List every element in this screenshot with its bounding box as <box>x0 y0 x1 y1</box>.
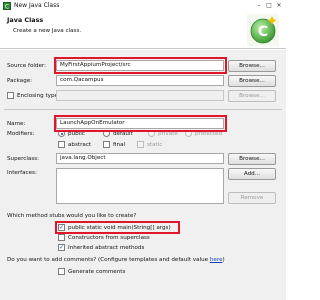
source-folder-label: Source folder: <box>7 63 47 69</box>
modifier-final-checkbox[interactable] <box>103 141 110 148</box>
enclosing-type-browse-button: Browse... <box>228 90 276 102</box>
generate-comments-checkbox[interactable] <box>58 268 65 275</box>
modifier-abstract-checkbox[interactable] <box>58 141 65 148</box>
package-browse-button[interactable]: Browse... <box>228 75 276 87</box>
interfaces-remove-button: Remove <box>228 192 276 204</box>
svg-text:C: C <box>5 4 9 11</box>
superclass-browse-button[interactable]: Browse... <box>228 153 276 165</box>
package-field[interactable]: com.Qacampus <box>56 75 224 86</box>
close-icon[interactable]: ✕ <box>274 2 284 10</box>
superclass-field[interactable]: java.lang.Object <box>56 153 224 164</box>
new-class-wizard-logo: C <box>247 14 279 46</box>
modifier-final-label: final <box>113 142 126 148</box>
inherited-methods-checkbox[interactable]: ✓ <box>58 244 65 251</box>
comments-question-end: ) <box>222 257 225 263</box>
wizard-description: Create a new Java class. <box>13 28 82 34</box>
main-method-highlight <box>55 221 180 234</box>
comments-question: Do you want to add comments? (Configure … <box>7 256 225 264</box>
modifiers-label: Modifiers: <box>7 131 35 137</box>
enclosing-type-label: Enclosing type: <box>17 93 60 99</box>
modifier-abstract-label: abstract <box>68 142 92 148</box>
maximize-icon[interactable]: □ <box>264 2 274 10</box>
class-name-highlight <box>54 115 227 132</box>
method-stubs-question: Which method stubs would you like to cre… <box>7 213 137 219</box>
interfaces-list[interactable] <box>56 168 224 204</box>
name-label: Name: <box>7 121 26 127</box>
enclosing-type-checkbox[interactable] <box>7 92 14 99</box>
enclosing-type-field <box>56 90 224 101</box>
window-controls: – □ ✕ <box>254 2 284 10</box>
superclass-label: Superclass: <box>7 156 40 162</box>
package-label: Package: <box>7 78 33 84</box>
source-folder-highlight <box>54 57 227 74</box>
interfaces-label: Interfaces: <box>7 170 37 176</box>
modifier-static-checkbox <box>137 141 144 148</box>
svg-text:C: C <box>258 24 268 40</box>
source-folder-browse-button[interactable]: Browse... <box>228 60 276 72</box>
configure-templates-link[interactable]: here <box>210 257 223 263</box>
interfaces-add-button[interactable]: Add... <box>228 168 276 180</box>
inherited-methods-label: Inherited abstract methods <box>68 245 145 251</box>
separator <box>4 109 282 110</box>
comments-question-text: Do you want to add comments? (Configure … <box>7 257 210 263</box>
constructors-checkbox[interactable] <box>58 234 65 241</box>
wizard-title: Java Class <box>7 16 44 24</box>
constructors-label: Constructors from superclass <box>68 235 150 241</box>
minimize-icon[interactable]: – <box>254 2 264 10</box>
window-title: New Java Class <box>14 2 60 9</box>
modifier-static-label: static <box>147 142 163 148</box>
java-class-window-icon: C <box>3 2 11 10</box>
generate-comments-label: Generate comments <box>68 269 126 275</box>
